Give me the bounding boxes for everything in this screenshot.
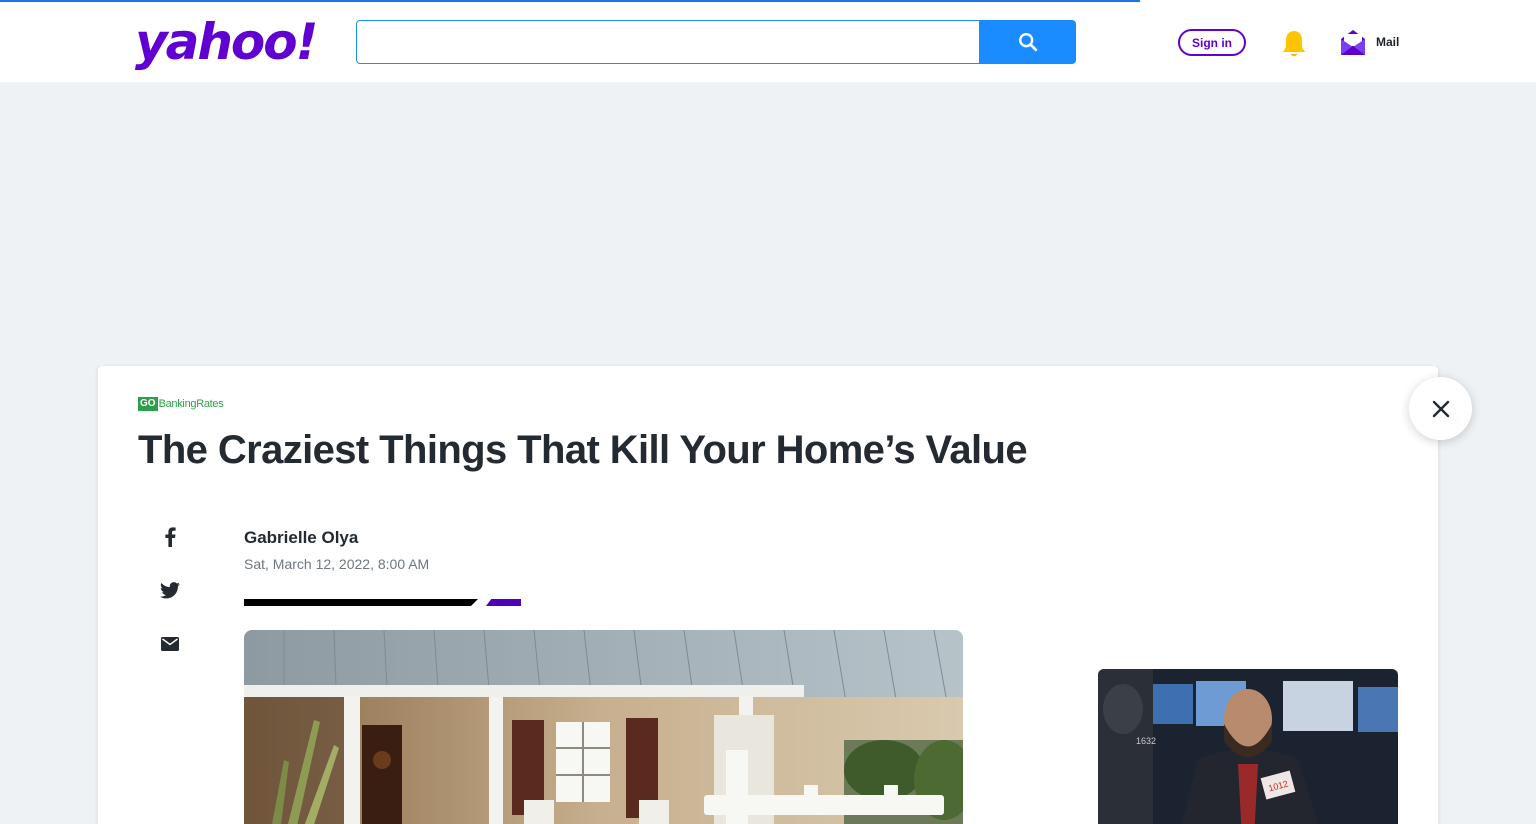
search-bar: [356, 20, 1076, 64]
sign-in-button[interactable]: Sign in: [1178, 29, 1246, 56]
close-icon: [1432, 400, 1449, 417]
video-thumbnail: 1012 1632: [1098, 669, 1398, 824]
mail-link[interactable]: Mail: [1340, 27, 1399, 57]
author-name[interactable]: Gabrielle Olya: [244, 528, 358, 548]
facebook-icon: [165, 527, 176, 547]
close-button[interactable]: [1409, 377, 1472, 440]
byline-divider-accent: [486, 599, 521, 606]
notifications-button[interactable]: [1280, 29, 1308, 59]
article-card: GO BankingRates The Craziest Things That…: [98, 366, 1438, 824]
page-load-progress: [0, 0, 1140, 2]
source-logo-go: GO: [138, 397, 158, 411]
share-facebook-button[interactable]: [158, 525, 182, 549]
mail-label: Mail: [1376, 35, 1400, 49]
search-button[interactable]: [979, 20, 1076, 64]
search-icon: [1018, 33, 1037, 52]
yahoo-logo[interactable]: yahoo!: [135, 14, 318, 70]
hero-image: [244, 630, 963, 824]
video-player[interactable]: 1012 1632: [1098, 669, 1398, 824]
site-header: yahoo! Sign in Mail: [0, 0, 1536, 82]
twitter-icon: [160, 581, 180, 598]
svg-text:1632: 1632: [1136, 736, 1156, 746]
share-twitter-button[interactable]: [158, 578, 182, 602]
article-title: The Craziest Things That Kill Your Home’…: [138, 428, 1028, 472]
share-email-button[interactable]: [158, 632, 182, 656]
publish-date: Sat, March 12, 2022, 8:00 AM: [244, 556, 430, 572]
house-photo: [244, 630, 963, 824]
source-logo-name: BankingRates: [158, 398, 224, 410]
mail-icon: [1341, 30, 1365, 55]
byline-divider: [244, 599, 478, 606]
email-icon: [161, 637, 179, 651]
source-logo[interactable]: GO BankingRates: [138, 397, 224, 411]
bell-icon: [1283, 31, 1305, 57]
search-input[interactable]: [356, 20, 980, 64]
